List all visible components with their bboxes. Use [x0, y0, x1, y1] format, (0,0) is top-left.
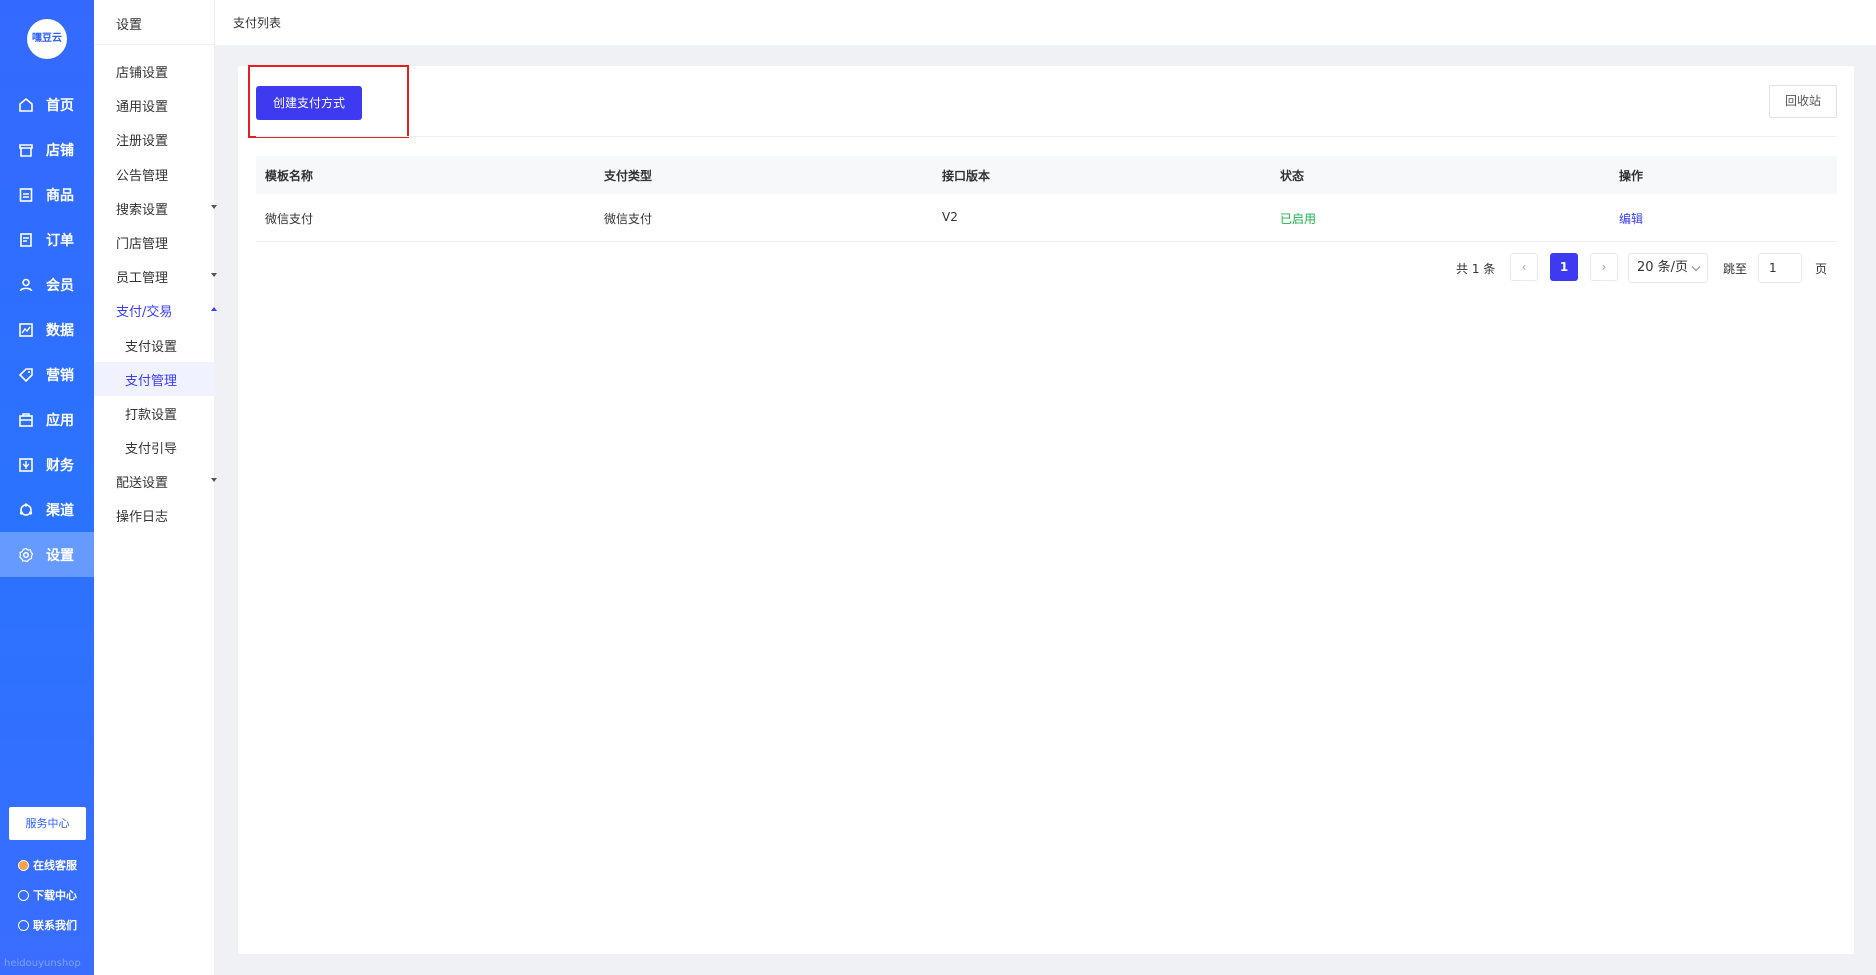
online-service-link[interactable]: 在线客服 [18, 857, 77, 873]
store-icon [18, 142, 34, 158]
table-row: 微信支付 微信支付 V2 已启用 编辑 [256, 194, 1837, 242]
link-label: 下载中心 [33, 889, 77, 902]
nav-label: 渠道 [46, 502, 74, 519]
nav-item-home[interactable]: 首页 [0, 82, 94, 127]
subnav-child-payout-settings[interactable]: 打款设置 [125, 404, 177, 423]
payment-list-card: 创建支付方式 回收站 模板名称 支付类型 接口版本 状态 操作 微信支付 微信支… [238, 65, 1854, 954]
nav-label: 应用 [46, 412, 74, 429]
subnav-item-notice-management[interactable]: 公告管理 [116, 165, 215, 184]
finance-icon [18, 457, 34, 473]
create-payment-method-button[interactable]: 创建支付方式 [256, 86, 362, 120]
watermark-text: heidouyunshop [4, 958, 81, 969]
subnav-title: 设置 [116, 18, 143, 33]
caret-down-icon [211, 205, 217, 209]
recycle-bin-button[interactable]: 回收站 [1769, 85, 1837, 118]
nav-label: 首页 [46, 97, 74, 114]
chevron-down-icon [1691, 262, 1701, 272]
download-center-link[interactable]: 下载中心 [18, 887, 77, 903]
subnav-label: 支付/交易 [116, 305, 173, 320]
secondary-sidebar: 设置 店铺设置 通用设置 注册设置 公告管理 搜索设置 门店管理 员工管理 支付… [94, 0, 217, 975]
column-header-status: 状态 [1280, 169, 1305, 183]
status-badge: 已启用 [1280, 212, 1317, 226]
page-size-select[interactable]: 20 条/页 [1628, 253, 1708, 283]
user-icon [18, 277, 34, 293]
subnav-child-payment-guide[interactable]: 支付引导 [125, 438, 177, 457]
subnav-item-search-settings[interactable]: 搜索设置 [116, 199, 217, 218]
app-icon [18, 412, 34, 428]
divider [256, 136, 1837, 137]
contact-us-link[interactable]: 联系我们 [18, 917, 77, 933]
nav-label: 店铺 [46, 142, 74, 159]
top-bar: 支付列表 [215, 0, 1876, 45]
nav-label: 财务 [46, 457, 74, 474]
subnav-label: 配送设置 [116, 476, 169, 491]
divider [94, 44, 215, 45]
breadcrumb: 支付列表 [233, 16, 282, 30]
subnav-item-store-settings[interactable]: 店铺设置 [116, 62, 215, 81]
page-number-current[interactable]: 1 [1550, 253, 1578, 281]
nav-item-finance[interactable]: 财务 [0, 442, 94, 487]
subnav-child-payment-management[interactable]: 支付管理 [125, 370, 177, 389]
nav-item-order[interactable]: 订单 [0, 217, 94, 262]
column-header-actions: 操作 [1619, 169, 1644, 183]
subnav-item-delivery-settings[interactable]: 配送设置 [116, 472, 217, 491]
subnav-item-payment-trade[interactable]: 支付/交易 [116, 301, 217, 320]
nav-item-store[interactable]: 店铺 [0, 127, 94, 172]
nav-item-app[interactable]: 应用 [0, 397, 94, 442]
nav-item-member[interactable]: 会员 [0, 262, 94, 307]
nav-item-marketing[interactable]: 营销 [0, 352, 94, 397]
jump-page-input[interactable] [1758, 253, 1802, 283]
contact-icon [18, 919, 29, 931]
table-header: 模板名称 支付类型 接口版本 状态 操作 [256, 156, 1837, 194]
caret-up-icon [211, 307, 217, 311]
nav-label: 营销 [46, 367, 74, 384]
gear-icon [18, 547, 34, 563]
tag-icon [18, 367, 34, 383]
caret-down-icon [211, 273, 217, 277]
chart-icon [18, 322, 34, 338]
link-label: 在线客服 [33, 859, 77, 872]
pagination-total: 共 1 条 [1456, 262, 1496, 276]
jump-label: 跳至 [1723, 262, 1748, 276]
subnav-item-store-management[interactable]: 门店管理 [116, 233, 215, 252]
edit-link[interactable]: 编辑 [1619, 210, 1643, 227]
support-icon [18, 859, 29, 871]
cell-template-name: 微信支付 [265, 212, 314, 226]
primary-sidebar: 嘿豆云 首页 店铺 商品 订单 会员 数据 营销 应用 财务 渠道 设置 服务中… [0, 0, 94, 975]
nav-item-data[interactable]: 数据 [0, 307, 94, 352]
download-icon [18, 889, 29, 901]
cell-payment-type: 微信支付 [604, 212, 653, 226]
nav-label: 数据 [46, 322, 74, 339]
order-icon [18, 232, 34, 248]
link-label: 联系我们 [33, 919, 77, 932]
service-center-button[interactable]: 服务中心 [9, 807, 86, 840]
nav-label: 订单 [46, 232, 74, 249]
column-header-payment-type: 支付类型 [604, 169, 653, 183]
subnav-child-payment-settings[interactable]: 支付设置 [125, 336, 177, 355]
cell-api-version: V2 [942, 210, 958, 224]
subnav-item-general-settings[interactable]: 通用设置 [116, 96, 215, 115]
subnav-item-register-settings[interactable]: 注册设置 [116, 130, 215, 149]
nav-label: 商品 [46, 187, 74, 204]
column-header-template-name: 模板名称 [265, 169, 314, 183]
nav-item-channel[interactable]: 渠道 [0, 487, 94, 532]
page-size-value: 20 条/页 [1637, 260, 1689, 275]
subnav-label: 搜索设置 [116, 203, 169, 218]
nav-item-goods[interactable]: 商品 [0, 172, 94, 217]
page-suffix: 页 [1815, 262, 1828, 276]
home-icon [18, 97, 34, 113]
subnav-item-operation-log[interactable]: 操作日志 [116, 506, 215, 525]
nav-label: 设置 [46, 547, 74, 564]
caret-down-icon [211, 478, 217, 482]
column-header-api-version: 接口版本 [942, 169, 991, 183]
goods-icon [18, 187, 34, 203]
channel-icon [18, 502, 34, 518]
subnav-label: 员工管理 [116, 271, 169, 286]
nav-item-settings[interactable]: 设置 [0, 532, 94, 577]
next-page-button[interactable]: › [1590, 253, 1618, 281]
prev-page-button[interactable]: ‹ [1510, 253, 1538, 281]
nav-label: 会员 [46, 277, 74, 294]
brand-logo[interactable]: 嘿豆云 [27, 19, 67, 59]
subnav-item-staff-management[interactable]: 员工管理 [116, 267, 217, 286]
